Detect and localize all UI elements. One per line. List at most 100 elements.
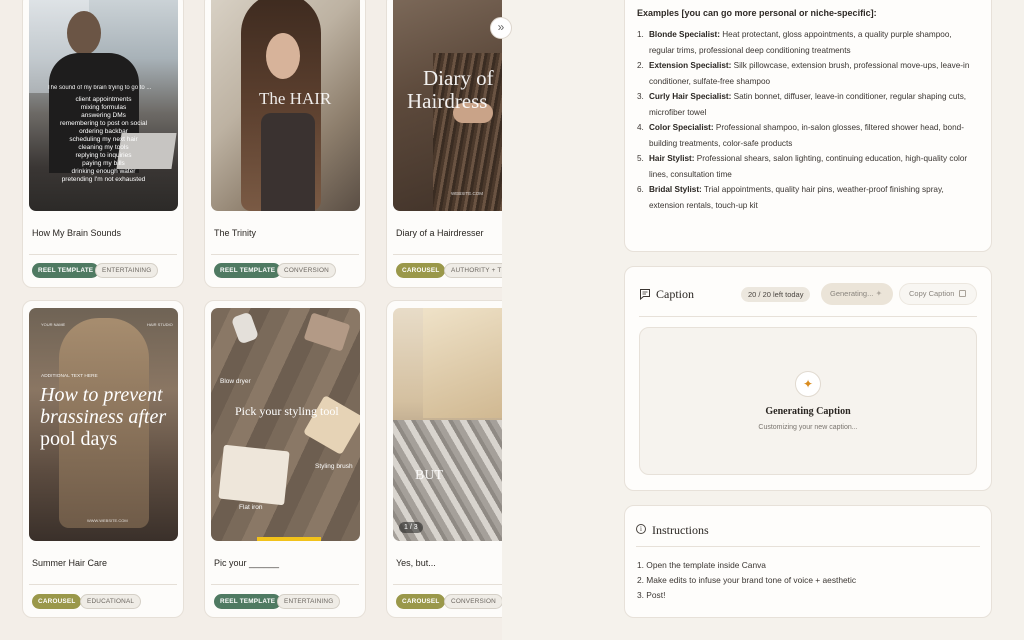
template-type-badge: CAROUSEL: [32, 594, 82, 609]
thumb-footer: WWW.WEBSITE.COM: [87, 518, 128, 523]
template-thumbnail[interactable]: Blow dryer Pick your styling tool Stylin…: [211, 308, 360, 541]
template-thumbnail[interactable]: BUT 1 / 3: [393, 308, 502, 541]
template-type-badge: REEL TEMPLATE: [214, 594, 282, 609]
thumb-label: Blow dryer: [220, 378, 251, 385]
template-type-badge: REEL TEMPLATE: [214, 263, 282, 278]
template-card[interactable]: The sound of my brain trying to go to ..…: [22, 0, 184, 288]
template-type-badge: CAROUSEL: [396, 263, 446, 278]
examples-list: 1. Blonde Specialist: Heat protectant, gl…: [637, 27, 977, 213]
thumb-headline: pool days: [40, 428, 118, 450]
template-thumbnail[interactable]: The sound of my brain trying to go to ..…: [29, 0, 178, 211]
list-item: 4. Color Specialist: Professional shampoo…: [637, 123, 964, 148]
thumb-line: drinking enough water: [71, 168, 136, 175]
sparkle-icon: ✦: [875, 289, 883, 298]
collapse-panel-button[interactable]: »: [490, 17, 512, 39]
template-card[interactable]: Blow dryer Pick your styling tool Stylin…: [204, 300, 366, 618]
copy-label: Copy Caption: [909, 289, 955, 298]
template-category-badge: CONVERSION: [277, 263, 336, 278]
thumb-line: client appointments: [75, 96, 132, 103]
divider: [636, 546, 980, 547]
thumb-line: scheduling my next hair: [69, 136, 138, 143]
caption-card: Caption 20 / 20 left today Generating...…: [624, 266, 992, 491]
divider: [393, 584, 502, 585]
thumb-line: remembering to post on social: [59, 120, 148, 127]
thumb-line: cleaning my tools: [78, 144, 129, 151]
instructions-title: Instructions: [652, 523, 709, 537]
generating-status-subtitle: Customizing your new caption...: [758, 424, 858, 431]
chevron-double-right-icon: »: [497, 20, 505, 34]
template-title: Pic your ______: [214, 558, 280, 568]
template-title: Yes, but...: [396, 558, 436, 568]
list-item: 3. Curly Hair Specialist: Satin bonnet, d…: [637, 92, 967, 117]
generate-label: Generating...: [830, 289, 874, 298]
thumb-headline: Pick your styling tool: [235, 404, 339, 418]
thumb-line: mixing formulas: [80, 104, 127, 111]
thumb-caption: The sound of my brain trying to go to ..…: [47, 85, 152, 91]
thumb-headline: brassiness after: [40, 406, 167, 428]
template-gallery: The sound of my brain trying to go to ..…: [0, 0, 502, 640]
thumb-brand: HAIR STUDIO: [147, 322, 173, 327]
thumb-headline: The HAIR: [259, 89, 332, 108]
template-card[interactable]: YOUR NAME HAIR STUDIO ADDITIONAL TEXT HE…: [22, 300, 184, 618]
list-item: 6. Bridal Stylist: Trial appointments, qu…: [637, 185, 944, 210]
list-item: 2. Extension Specialist: Silk pillowcase,…: [637, 61, 970, 86]
template-title: The Trinity: [214, 228, 257, 238]
caption-output-area: ✦ Generating Caption Customizing your ne…: [639, 327, 977, 475]
thumb-line: ordering backbar: [79, 128, 128, 135]
template-card[interactable]: BUT 1 / 3 Yes, but... CAROUSEL CONVERSIO…: [386, 300, 502, 618]
template-type-badge: REEL TEMPLATE: [32, 263, 100, 278]
thumb-headline: BUT: [415, 468, 443, 483]
info-circle-icon: i: [636, 524, 646, 534]
template-category-badge: CONVERSION: [444, 594, 502, 609]
sparkle-icon: ✦: [795, 371, 821, 397]
divider: [393, 254, 502, 255]
caption-title: Caption: [656, 287, 694, 301]
instruction-step: 1. Open the template inside Canva: [637, 560, 766, 570]
examples-card: Examples [you can go more personal or ni…: [624, 0, 992, 252]
template-type-badge: CAROUSEL: [396, 594, 446, 609]
divider: [29, 584, 177, 585]
list-item: 5. Hair Stylist: Professional shears, sal…: [637, 154, 968, 179]
thumb-line: answering DMs: [81, 112, 126, 119]
thumb-brand: YOUR NAME: [41, 322, 66, 327]
thumb-kicker: ADDITIONAL TEXT HERE: [41, 374, 98, 379]
thumb-label: Flat iron: [239, 504, 263, 511]
thumb-footer: WEBSITE.COM: [451, 191, 484, 196]
divider: [211, 254, 359, 255]
template-thumbnail[interactable]: Diary of Hairdress WEBSITE.COM: [393, 0, 502, 211]
detail-panel: Examples [you can go more personal or ni…: [502, 0, 1024, 640]
template-thumbnail[interactable]: The HAIR: [211, 0, 360, 211]
divider: [29, 254, 177, 255]
divider: [639, 316, 977, 317]
template-category-badge: EDUCATIONAL: [80, 594, 142, 609]
message-square-icon: [640, 289, 650, 300]
list-item: 1. Blonde Specialist: Heat protectant, gl…: [637, 30, 952, 55]
thumb-line: replying to inquiries: [75, 152, 132, 159]
generate-caption-button[interactable]: Generating... ✦: [821, 283, 893, 305]
carousel-counter: 1 / 3: [399, 522, 423, 533]
thumb-headline: How to prevent: [40, 384, 163, 406]
thumb-headline: Diary of: [423, 66, 494, 90]
instruction-step: 3. Post!: [637, 590, 666, 600]
instructions-card: i Instructions 1. Open the template insi…: [624, 505, 992, 618]
thumb-headline: Hairdress: [407, 89, 488, 113]
generating-status-title: Generating Caption: [765, 406, 851, 417]
copy-caption-button[interactable]: Copy Caption: [899, 283, 977, 305]
thumb-line: pretending I'm not exhausted: [61, 176, 146, 183]
template-card[interactable]: The HAIR The Trinity REEL TEMPLATE CONVE…: [204, 0, 366, 288]
template-title: Summer Hair Care: [32, 558, 108, 568]
copy-icon: [958, 290, 966, 297]
examples-heading: Examples [you can go more personal or ni…: [637, 8, 877, 18]
template-category-badge: ENTERTAINING: [95, 263, 159, 278]
template-thumbnail[interactable]: YOUR NAME HAIR STUDIO ADDITIONAL TEXT HE…: [29, 308, 178, 541]
thumb-label: Styling brush: [315, 463, 353, 470]
usage-badge: 20 / 20 left today: [741, 287, 811, 302]
template-category-badge: ENTERTAINING: [277, 594, 341, 609]
instruction-step: 2. Make edits to infuse your brand tone …: [637, 575, 857, 585]
thumb-line: paying my bills: [82, 160, 125, 167]
template-title: How My Brain Sounds: [32, 228, 122, 238]
template-title: Diary of a Hairdresser: [396, 228, 484, 238]
template-card[interactable]: Diary of Hairdress WEBSITE.COM Diary of …: [386, 0, 502, 288]
template-category-badge: AUTHORITY + TRU: [444, 263, 502, 278]
divider: [211, 584, 359, 585]
